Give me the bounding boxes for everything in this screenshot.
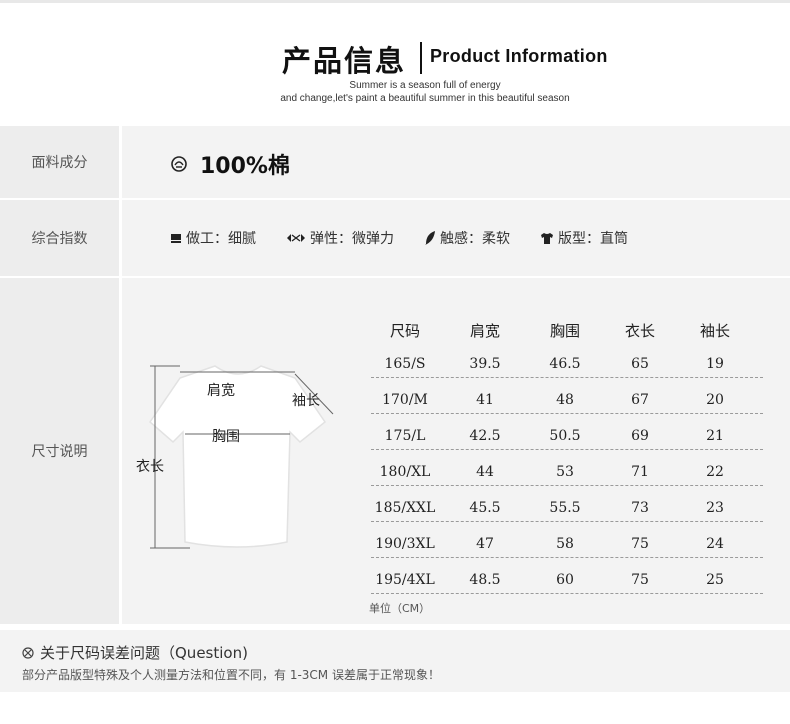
row-separator bbox=[119, 126, 122, 198]
column-header: 胸围 bbox=[549, 321, 580, 340]
notice-text: 部分产品版型特殊及个人测量方法和位置不同，有 1-3CM 误差属于正常现象！ bbox=[22, 668, 440, 682]
table-cell: 42.5 bbox=[469, 428, 501, 444]
table-cell: 47 bbox=[476, 536, 494, 552]
subtitle-line2: and change,let's paint a beautiful summe… bbox=[280, 93, 570, 104]
fabric-value: 100%棉 bbox=[200, 154, 290, 179]
table-cell: 55.5 bbox=[549, 500, 581, 516]
size-row: 尺寸说明 肩宽 袖长 胸围 衣长 尺码 肩宽 胸围 衣长 袖长 165/S39 bbox=[0, 278, 790, 624]
table-cell: 41 bbox=[476, 392, 494, 408]
table-cell: 46.5 bbox=[549, 356, 581, 372]
table-cell: 185/XXL bbox=[374, 500, 436, 516]
row-separator bbox=[119, 278, 122, 624]
cotton-icon bbox=[171, 156, 187, 172]
table-cell: 50.5 bbox=[549, 428, 581, 444]
table-cell: 25 bbox=[706, 572, 724, 588]
size-table-header: 尺码 肩宽 胸围 衣长 袖长 bbox=[365, 314, 765, 346]
index-item-craft: 做工：细腻 bbox=[170, 228, 256, 248]
table-row: 175/L 42.5 50.5 69 21 bbox=[365, 418, 765, 454]
index-text: 做工：细腻 bbox=[186, 231, 256, 247]
table-cell: 67 bbox=[631, 392, 649, 408]
table-row: 170/M 41 48 67 20 bbox=[365, 382, 765, 418]
title-en: Product Information bbox=[430, 46, 608, 66]
table-cell: 22 bbox=[706, 464, 724, 480]
table-cell: 19 bbox=[706, 356, 724, 372]
table-row: 185/XXL 45.5 55.5 73 23 bbox=[365, 490, 765, 526]
shirt-label-sleeve: 袖长 bbox=[292, 393, 320, 409]
table-row: 165/S 39.5 46.5 65 19 bbox=[365, 346, 765, 382]
table-cell: 58 bbox=[556, 536, 574, 552]
index-item-fit: 版型：直筒 bbox=[540, 228, 628, 248]
title-cn: 产品信息 bbox=[282, 44, 407, 78]
size-table: 尺码 肩宽 胸围 衣长 袖长 165/S 39.5 46.5 65 19 170/M 41 4… bbox=[365, 314, 765, 616]
column-header: 衣长 bbox=[624, 321, 655, 340]
index-label: 综合指数 bbox=[0, 200, 119, 276]
shirt-label-shoulder: 肩宽 bbox=[207, 383, 235, 399]
notice-icon bbox=[22, 646, 34, 659]
index-row: 综合指数 做工：细腻 弹性：微弹力 触感：柔软 版型：直筒 bbox=[0, 200, 790, 276]
table-cell: 53 bbox=[556, 464, 574, 480]
table-cell: 45.5 bbox=[469, 500, 501, 516]
index-text: 触感：柔软 bbox=[440, 231, 510, 247]
table-cell: 48 bbox=[556, 392, 574, 408]
table-cell: 71 bbox=[631, 464, 649, 480]
table-row: 190/3XL 47 58 75 24 bbox=[365, 526, 765, 562]
table-cell: 65 bbox=[631, 356, 649, 372]
table-cell: 69 bbox=[631, 428, 649, 444]
index-list: 做工：细腻 弹性：微弹力 触感：柔软 版型：直筒 bbox=[170, 228, 658, 248]
tshirt-illustration bbox=[149, 365, 334, 549]
index-text: 弹性：微弹力 bbox=[310, 231, 394, 247]
table-cell: 21 bbox=[706, 428, 724, 444]
index-item-touch: 触感：柔软 bbox=[424, 228, 510, 248]
shirt-label-chest: 胸围 bbox=[212, 429, 240, 445]
elastic-icon bbox=[287, 234, 305, 242]
table-cell: 23 bbox=[706, 500, 724, 516]
table-cell: 48.5 bbox=[469, 572, 501, 588]
table-cell: 20 bbox=[706, 392, 724, 408]
notice-title-group: 关于尺码误差问题（Question) bbox=[22, 642, 248, 663]
subtitle-line1: Summer is a season full of energy bbox=[349, 80, 501, 91]
table-cell: 75 bbox=[631, 536, 649, 552]
fabric-label: 面料成分 bbox=[0, 126, 119, 198]
column-header: 尺码 bbox=[389, 321, 420, 340]
notice-title: 关于尺码误差问题（Question) bbox=[40, 644, 248, 662]
table-cell: 39.5 bbox=[469, 356, 501, 372]
shirt-label-length: 衣长 bbox=[136, 459, 164, 475]
index-text: 版型：直筒 bbox=[558, 231, 628, 247]
page-header: 产品信息 Product Information Summer is a sea… bbox=[0, 30, 790, 110]
table-cell: 44 bbox=[476, 464, 494, 480]
table-cell: 165/S bbox=[384, 356, 426, 372]
fabric-value-group: 100%棉 bbox=[170, 148, 290, 180]
tshirt-icon bbox=[541, 232, 553, 244]
table-cell: 195/4XL bbox=[375, 572, 435, 588]
table-cell: 170/M bbox=[382, 392, 428, 408]
notice-section: 关于尺码误差问题（Question) 部分产品版型特殊及个人测量方法和位置不同，… bbox=[0, 630, 790, 692]
table-cell: 75 bbox=[631, 572, 649, 588]
table-row: 180/XL 44 53 71 22 bbox=[365, 454, 765, 490]
table-cell: 24 bbox=[706, 536, 724, 552]
size-label: 尺寸说明 bbox=[0, 278, 119, 624]
title-divider bbox=[420, 42, 422, 74]
column-header: 肩宽 bbox=[469, 321, 500, 340]
table-cell: 180/XL bbox=[379, 464, 431, 480]
craft-icon bbox=[171, 234, 181, 243]
fabric-row: 面料成分 100%棉 bbox=[0, 126, 790, 198]
size-table-body: 165/S 39.5 46.5 65 19 170/M 41 48 67 20 175/L 42.5 5… bbox=[365, 346, 765, 598]
table-cell: 175/L bbox=[384, 428, 426, 444]
table-row: 195/4XL 48.5 60 75 25 bbox=[365, 562, 765, 598]
unit-note: 单位（CM） bbox=[369, 602, 431, 615]
table-cell: 73 bbox=[631, 500, 649, 516]
row-separator bbox=[119, 200, 122, 276]
index-item-elastic: 弹性：微弹力 bbox=[286, 228, 394, 248]
top-divider bbox=[0, 0, 790, 3]
table-cell: 190/3XL bbox=[375, 536, 435, 552]
tshirt-diagram: 肩宽 袖长 胸围 衣长 bbox=[135, 352, 340, 562]
table-cell: 60 bbox=[556, 572, 574, 588]
feather-icon bbox=[425, 231, 435, 245]
column-header: 袖长 bbox=[699, 321, 730, 340]
